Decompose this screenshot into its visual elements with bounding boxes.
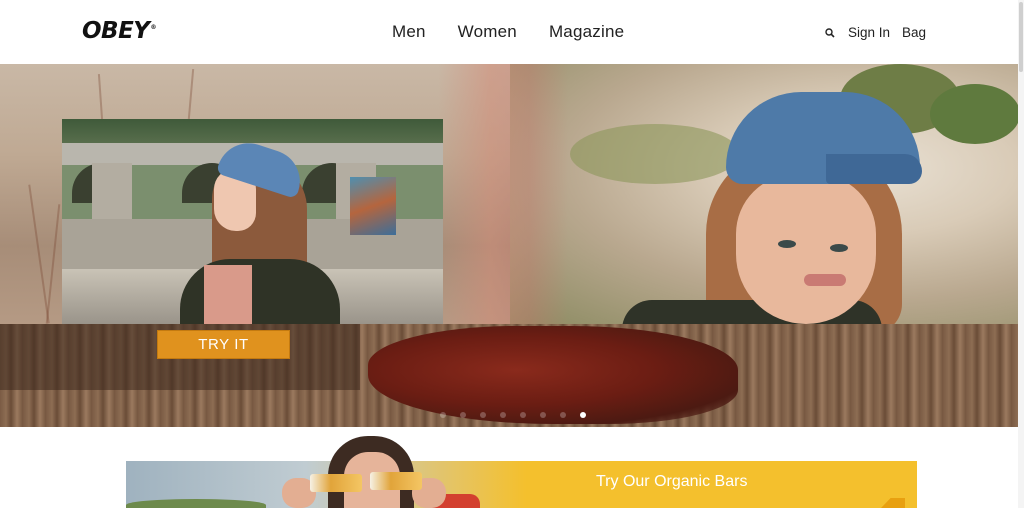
flower-overlay: [438, 64, 568, 324]
obey-logo[interactable]: OBEY®: [82, 18, 156, 44]
nav-women[interactable]: Women: [458, 22, 517, 42]
slider-dot[interactable]: [520, 412, 526, 418]
slider-dot[interactable]: [460, 412, 466, 418]
hero-inset-photo: [62, 119, 443, 324]
page-scrollbar[interactable]: [1018, 0, 1024, 508]
nav-men[interactable]: Men: [392, 22, 426, 42]
slider-dot-active[interactable]: [580, 412, 586, 418]
logo-text: OBEY: [82, 18, 150, 44]
scrollbar-thumb[interactable]: [1019, 2, 1023, 72]
nav-magazine[interactable]: Magazine: [549, 22, 624, 42]
main-nav: Men Women Magazine: [392, 22, 624, 42]
slider-dot[interactable]: [480, 412, 486, 418]
registered-mark: ®: [150, 24, 156, 32]
slider-dot[interactable]: [540, 412, 546, 418]
sign-in-link[interactable]: Sign In: [848, 25, 890, 40]
site-header: OBEY® Men Women Magazine Sign In Bag: [0, 0, 1024, 64]
jerky-image: [368, 326, 738, 424]
slider-dot[interactable]: [500, 412, 506, 418]
organic-bar-image: [310, 474, 362, 492]
bag-link[interactable]: Bag: [902, 25, 926, 40]
slider-dot[interactable]: [560, 412, 566, 418]
search-icon[interactable]: [824, 27, 836, 39]
slider-dots: [440, 412, 586, 418]
organic-bar-image: [370, 472, 422, 490]
promo-banner[interactable]: Try Our Organic Bars: [126, 461, 917, 508]
try-it-button[interactable]: TRY IT: [157, 330, 290, 359]
promo-corner-graphic: [881, 498, 905, 508]
slider-dot[interactable]: [440, 412, 446, 418]
promo-text: Try Our Organic Bars: [596, 473, 748, 490]
hero-slider[interactable]: TRY IT: [0, 64, 1018, 427]
utility-nav: Sign In Bag: [824, 25, 926, 40]
